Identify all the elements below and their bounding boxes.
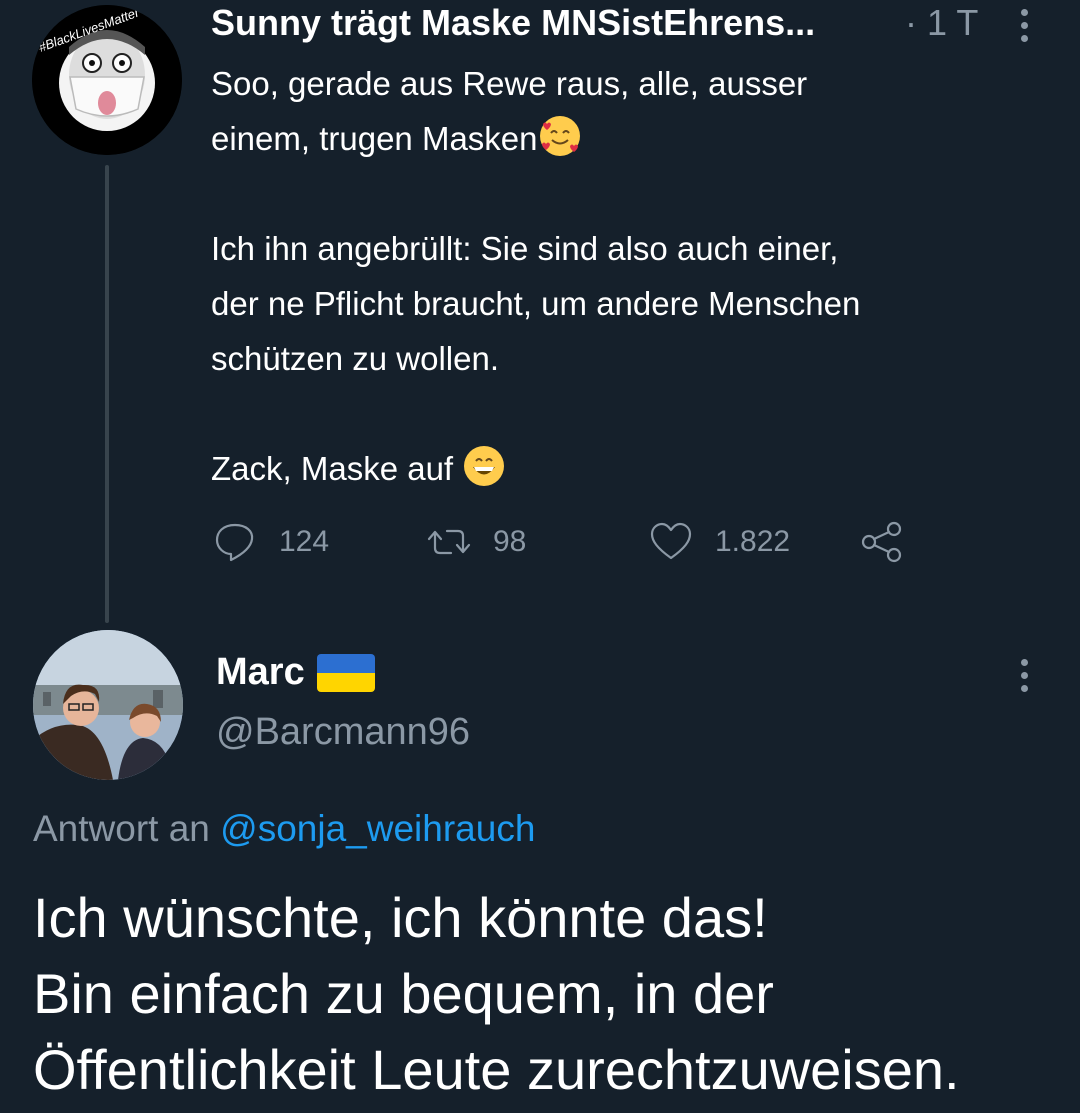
- thread-connector-line: [105, 165, 109, 623]
- avatar[interactable]: #BlackLivesMatter: [32, 5, 182, 155]
- tweet-text: Soo, gerade aus Rewe raus, alle, ausser …: [211, 56, 1051, 496]
- tweet-text: Ich wünschte, ich könnte das! Bin einfac…: [33, 880, 1073, 1108]
- author-name[interactable]: Marc: [216, 651, 375, 694]
- tweet-line: Bin einfach zu bequem, in der: [33, 962, 774, 1025]
- like-button[interactable]: 1.822: [647, 518, 790, 566]
- reply-icon: [215, 523, 254, 562]
- like-count: 1.822: [715, 525, 791, 558]
- grinning-face-icon: [464, 446, 505, 486]
- more-options-icon[interactable]: [1019, 9, 1029, 48]
- more-options-icon[interactable]: [1019, 659, 1029, 698]
- reply-context: Antwort an @sonja_weihrauch: [33, 808, 536, 849]
- tweet-line: schützen zu wollen.: [211, 340, 499, 377]
- share-button[interactable]: [858, 518, 906, 566]
- retweet-button[interactable]: 98: [425, 518, 526, 566]
- retweet-count: 98: [493, 525, 527, 558]
- tweet-line: Ich ihn angebrüllt: Sie sind also auch e…: [211, 230, 839, 267]
- reply-count: 124: [279, 525, 330, 558]
- tweet-line: Zack, Maske auf: [211, 441, 1051, 496]
- tweet-line: Öffentlichkeit Leute zurechtzuweisen.: [33, 1038, 960, 1101]
- author-name[interactable]: Sunny trägt Maske MNSistEhrens...: [211, 2, 815, 44]
- tweet-line: [211, 386, 1051, 441]
- heart-icon: [650, 522, 692, 560]
- tweet-line: Soo, gerade aus Rewe raus, alle, ausser: [211, 65, 808, 102]
- tweet-line: der ne Pflicht braucht, um andere Mensch…: [211, 285, 861, 322]
- retweet-icon: [427, 529, 471, 555]
- share-icon: [861, 521, 902, 563]
- avatar[interactable]: [33, 630, 183, 780]
- smiling-face-with-hearts-icon: [539, 116, 580, 156]
- reply-button[interactable]: 124: [211, 518, 329, 566]
- tweet-line: [211, 166, 1051, 221]
- avatar-image: [33, 630, 183, 780]
- timestamp[interactable]: · 1 T: [905, 2, 978, 44]
- avatar-image: #BlackLivesMatter: [32, 5, 182, 155]
- tweet-line: Ich wünschte, ich könnte das!: [33, 886, 768, 949]
- reply-to-link[interactable]: @sonja_weihrauch: [220, 808, 535, 849]
- ukraine-flag-icon: [316, 653, 375, 692]
- author-handle[interactable]: @Barcmann96: [216, 711, 470, 754]
- tweet-line: einem, trugen Masken: [211, 111, 1051, 166]
